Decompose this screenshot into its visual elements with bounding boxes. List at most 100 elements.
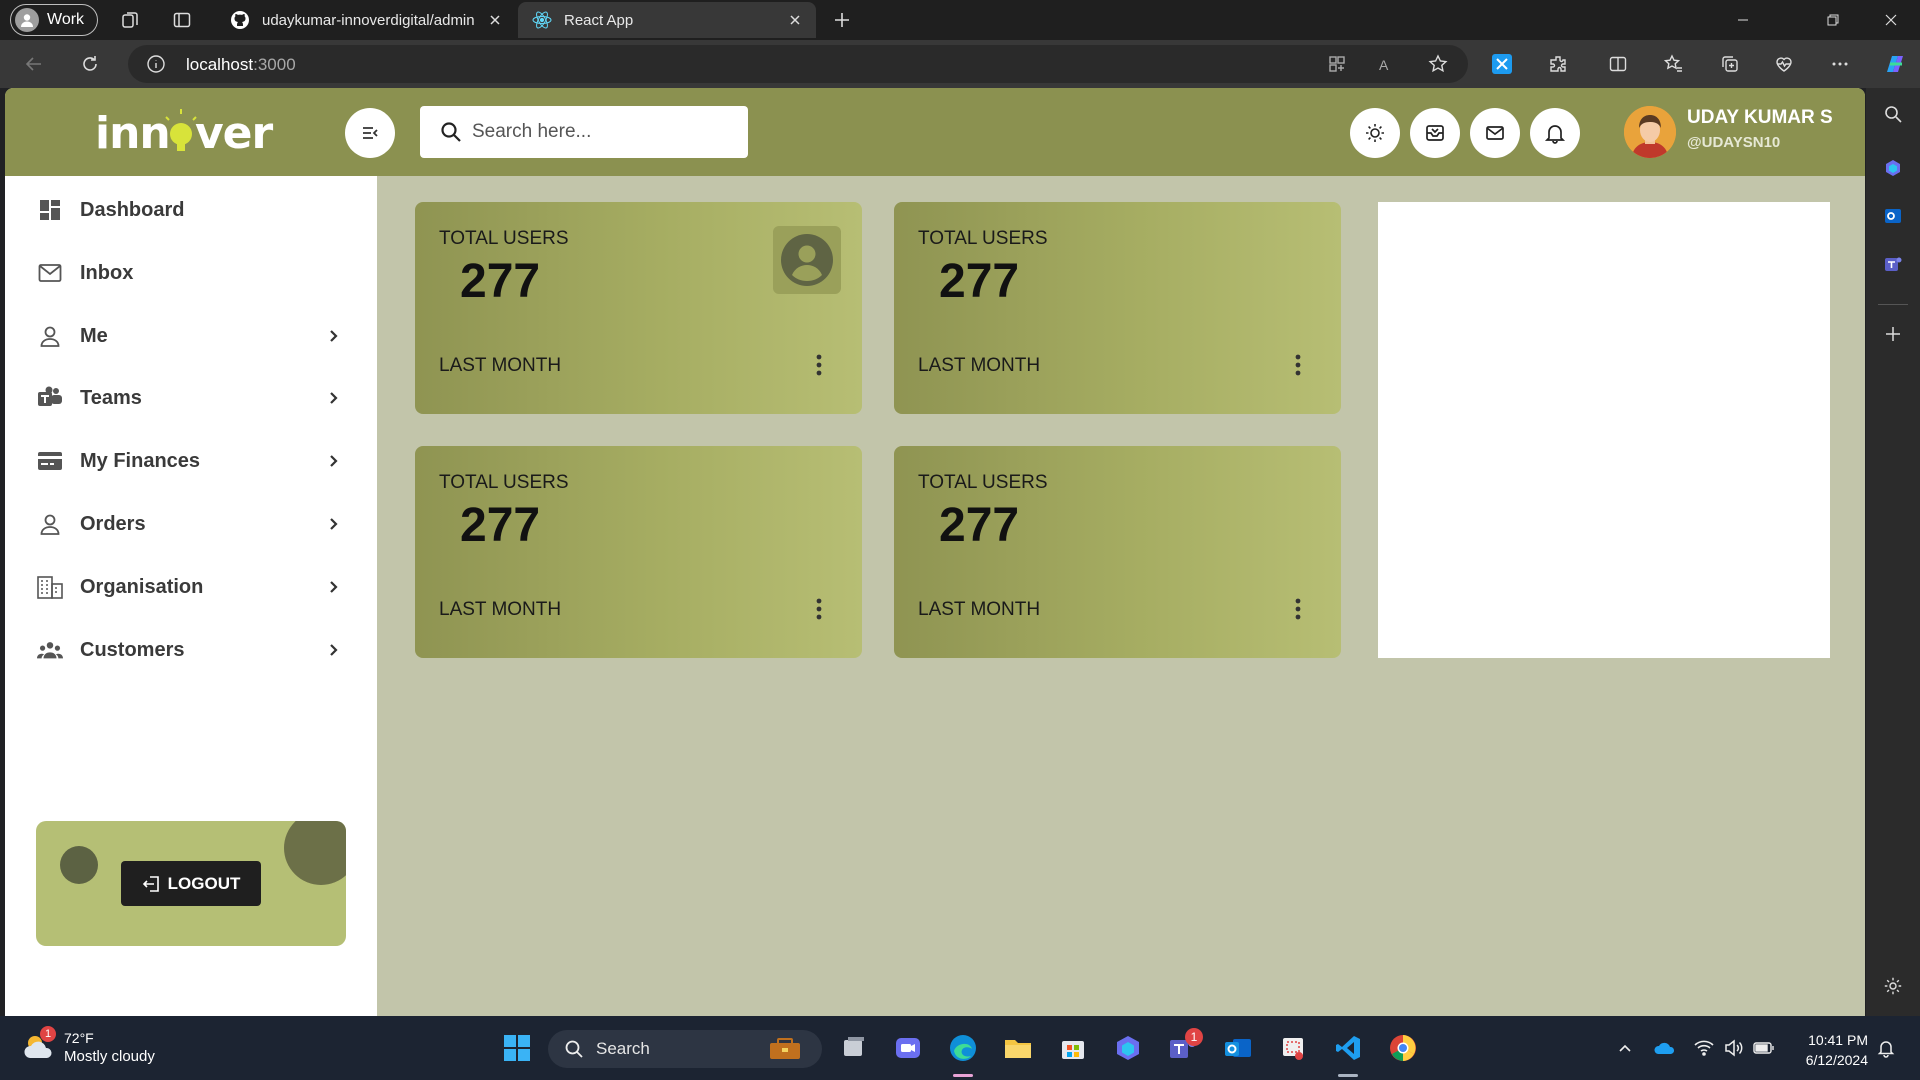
card-more-menu-icon[interactable] [1286,594,1310,624]
file-explorer-icon[interactable] [1000,1030,1036,1066]
add-sidebar-app-icon[interactable] [1881,322,1905,346]
tab-react-app[interactable]: React App [518,2,816,38]
card-more-menu-icon[interactable] [807,350,831,380]
address-bar[interactable]: localhost:3000 [128,45,1468,83]
search-box[interactable] [420,106,748,158]
vscode-icon[interactable] [1330,1030,1366,1066]
inbox-tray-button[interactable] [1410,108,1460,158]
split-screen-icon[interactable] [1606,52,1630,76]
search-icon [440,121,462,143]
dashboard-icon [37,197,63,223]
app-available-icon[interactable] [1325,52,1349,76]
notifications-button[interactable] [1530,108,1580,158]
sidebar-item-orders[interactable]: Orders [5,498,377,550]
wifi-icon[interactable] [1692,1036,1716,1060]
innover-logo: inn ver [95,106,275,160]
collections-icon[interactable] [1718,52,1742,76]
person-icon [37,323,63,349]
profile-label: Work [47,11,85,28]
outlook-icon[interactable] [1881,204,1905,228]
taskbar-search[interactable]: Search [548,1030,822,1068]
sidebar-item-my-finances[interactable]: My Finances [5,435,377,487]
card-title: TOTAL USERS [918,228,1048,249]
extension-x-icon[interactable] [1490,52,1514,76]
menu-toggle-button[interactable] [345,108,395,158]
profile-avatar-icon [15,8,39,32]
microsoft-store-icon[interactable] [1055,1030,1091,1066]
card-more-menu-icon[interactable] [1286,350,1310,380]
chevron-right-icon [323,388,343,408]
close-tab-icon[interactable] [786,11,804,29]
close-window-icon[interactable] [1862,0,1920,40]
card-value: 277 [939,499,1020,552]
app-sidebar: Dashboard Inbox Me Teams My Finances Ord… [5,176,377,1016]
user-avatar[interactable] [1624,106,1676,158]
restore-icon[interactable] [1804,0,1862,40]
close-tab-icon[interactable] [486,11,504,29]
favorites-icon[interactable] [1662,52,1686,76]
favorite-star-icon[interactable] [1426,52,1450,76]
notification-bell-icon[interactable] [1874,1036,1898,1060]
copilot-taskbar-icon[interactable] [1110,1030,1146,1066]
search-highlight-icon [768,1037,802,1061]
read-aloud-icon[interactable]: A [1375,52,1399,76]
edge-sidebar [1866,88,1920,1016]
sidebar-search-icon[interactable] [1881,102,1905,126]
sun-icon [1364,122,1386,144]
theme-toggle-button[interactable] [1350,108,1400,158]
vertical-tabs-icon[interactable] [170,8,194,32]
outlook-taskbar-icon[interactable] [1220,1030,1256,1066]
new-tab-icon[interactable] [830,8,854,32]
menu-collapse-icon [360,123,380,143]
task-view-icon[interactable] [836,1030,872,1066]
onedrive-icon[interactable] [1653,1036,1677,1060]
app-viewport: inn ver Search here... UDAY KUMAR S @UDA… [5,88,1865,1016]
clock-time: 10:41 PM [1808,1032,1868,1048]
building-icon [37,574,63,600]
taskbar-search-label: Search [596,1039,650,1058]
sidebar-item-dashboard[interactable]: Dashboard [5,184,377,236]
mail-button[interactable] [1470,108,1520,158]
meet-now-icon[interactable] [890,1030,926,1066]
extensions-icon[interactable] [1546,52,1570,76]
more-options-icon[interactable] [1828,52,1852,76]
battery-icon[interactable] [1752,1036,1776,1060]
sidebar-item-teams[interactable]: Teams [5,372,377,424]
inbox-tray-icon [1424,122,1446,144]
workspaces-icon[interactable] [118,8,142,32]
volume-icon[interactable] [1722,1036,1746,1060]
chart-panel [1378,202,1830,658]
back-icon[interactable] [22,52,46,76]
settings-gear-icon[interactable] [1881,974,1905,998]
taskbar-clock[interactable]: 10:41 PM 6/12/2024 [1796,1030,1868,1070]
snipping-tool-icon[interactable] [1275,1030,1311,1066]
tab-github[interactable]: udaykumar-innoverdigital/admin [216,2,516,38]
logout-button[interactable]: LOGOUT [121,861,261,906]
card-value: 277 [460,255,541,308]
card-more-menu-icon[interactable] [807,594,831,624]
weather-condition: Mostly cloudy [64,1048,155,1065]
search-input[interactable] [472,121,732,143]
sidebar-item-inbox[interactable]: Inbox [5,247,377,299]
decorative-circle [284,821,346,885]
chrome-icon[interactable] [1385,1030,1421,1066]
mail-icon [37,260,63,286]
show-hidden-icons[interactable] [1613,1036,1637,1060]
react-icon [532,10,552,30]
windows-start-icon[interactable] [499,1030,535,1066]
refresh-icon[interactable] [78,52,102,76]
teams-sidebar-icon[interactable] [1881,252,1905,276]
edge-browser-icon[interactable] [945,1030,981,1066]
clock-date: 6/12/2024 [1805,1052,1868,1068]
sidebar-item-organisation[interactable]: Organisation [5,561,377,613]
site-info-icon[interactable] [146,54,166,74]
copilot-sidebar-icon[interactable] [1881,156,1905,180]
sidebar-item-me[interactable]: Me [5,310,377,362]
sidebar-item-label: Me [80,324,108,347]
url-text: localhost:3000 [186,55,296,74]
profile-button[interactable]: Work [10,4,98,36]
sidebar-item-customers[interactable]: Customers [5,624,377,676]
minimize-icon[interactable] [1714,0,1772,40]
copilot-icon[interactable] [1880,49,1910,79]
browser-essentials-icon[interactable] [1772,52,1796,76]
